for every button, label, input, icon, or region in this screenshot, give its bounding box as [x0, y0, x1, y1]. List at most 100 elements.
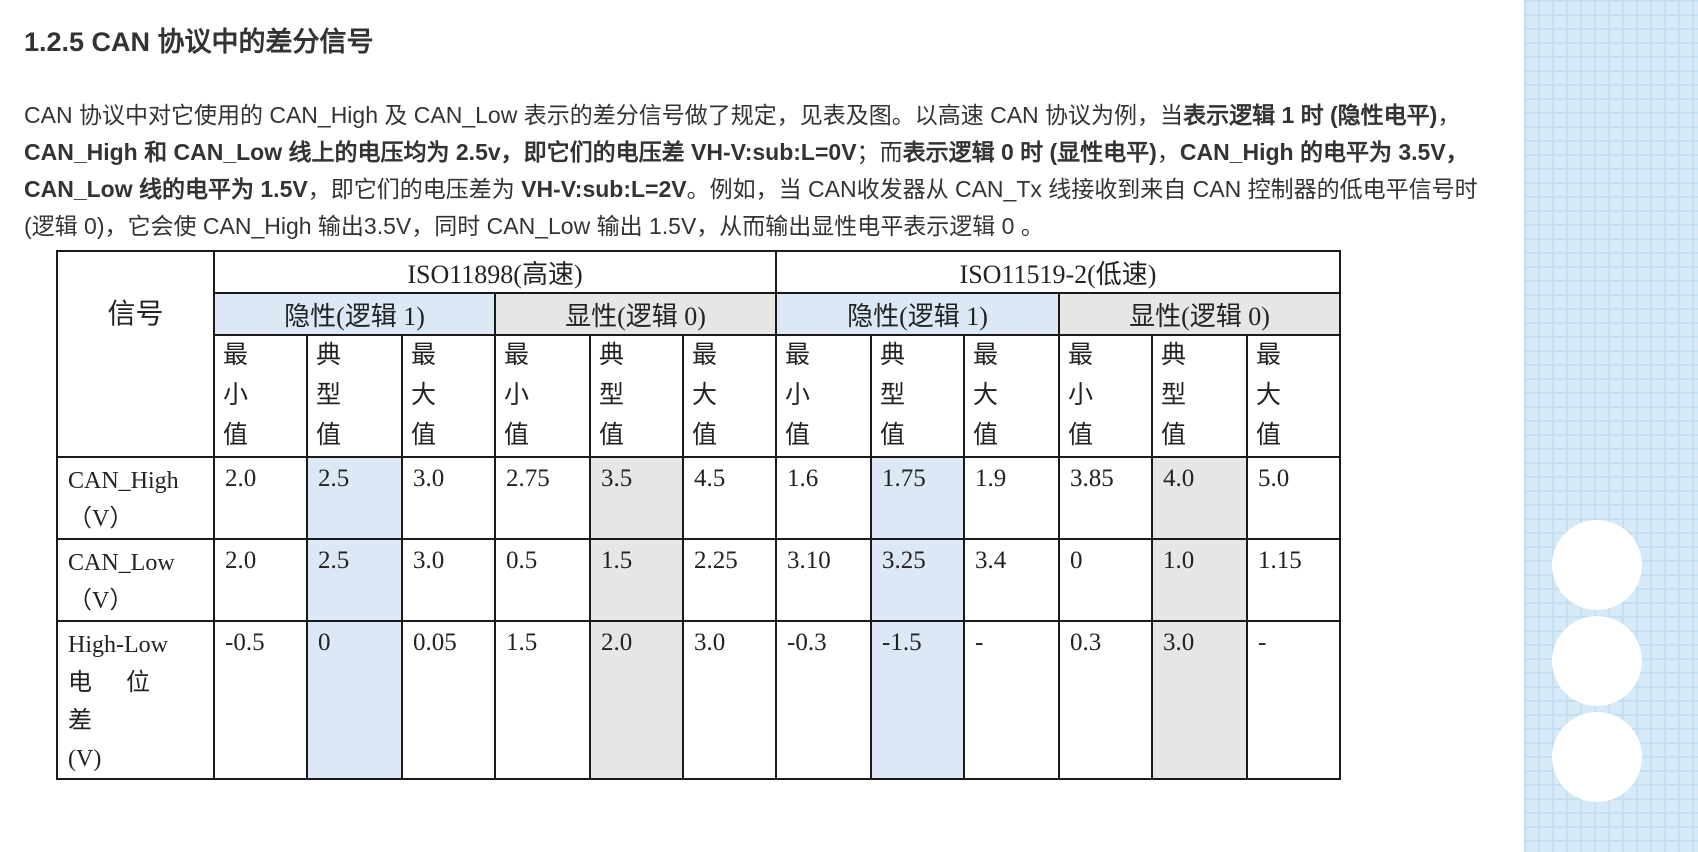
- table-cell: 3.4: [963, 538, 1060, 622]
- signal-header-cell: 信号: [56, 250, 215, 458]
- value-type-char: 大: [973, 382, 999, 409]
- bubble-decoration: [1552, 520, 1642, 610]
- paragraph-run: ，: [1156, 139, 1180, 165]
- row-label-line: CAN_High: [68, 468, 179, 494]
- table-cell: 3.0: [401, 456, 496, 540]
- header-row-states: 隐性(逻辑 1) 显性(逻辑 0) 隐性(逻辑 1) 显性(逻辑 0): [57, 292, 1341, 336]
- value-type-char: 型: [599, 382, 625, 409]
- row-label: CAN_Low （V）: [56, 538, 215, 622]
- standard-header: ISO11898(高速): [213, 250, 777, 294]
- table-cell: 4.0: [1151, 456, 1248, 540]
- row-label: CAN_High （V）: [56, 456, 215, 540]
- paragraph-bold-run: 表示逻辑 1 时 (隐性电平): [1183, 102, 1438, 128]
- table-cell: 2.5: [306, 456, 403, 540]
- value-type-char: 大: [692, 382, 718, 409]
- row-label: High-Low 电 位 差 (V): [56, 620, 215, 780]
- value-type-header: 最小值: [494, 334, 591, 458]
- value-type-char: 值: [1068, 422, 1094, 449]
- value-type-header: 典型值: [589, 334, 684, 458]
- row-label-line: CAN_Low: [68, 550, 175, 576]
- value-type-char: 型: [880, 382, 906, 409]
- table-cell: 0.5: [494, 538, 591, 622]
- value-type-header: 最大值: [963, 334, 1060, 458]
- value-type-char: 型: [316, 382, 342, 409]
- table-row: CAN_Low （V） 2.0 2.5 3.0 0.5 1.5 2.25 3.10 3.25 3.4…: [56, 538, 1341, 622]
- state-header: 隐性(逻辑 1): [775, 292, 1060, 336]
- value-type-char: 值: [1161, 422, 1187, 449]
- value-type-char: 小: [223, 382, 249, 409]
- paragraph-run: ，即它们的电压差为: [307, 176, 522, 202]
- table-cell: 0.05: [401, 620, 496, 780]
- value-type-char: 值: [223, 422, 249, 449]
- table-cell: 3.10: [775, 538, 872, 622]
- value-type-char: 值: [880, 422, 906, 449]
- paragraph-run: CAN 协议中对它使用的 CAN_High 及 CAN_Low 表示的差分信号做…: [24, 102, 1184, 128]
- value-type-char: 最: [223, 342, 249, 369]
- value-type-char: 值: [411, 422, 437, 449]
- value-type-char: 最: [504, 342, 530, 369]
- value-type-header: 最大值: [1246, 334, 1341, 458]
- table-cell: 3.0: [1151, 620, 1248, 780]
- table-cell: 3.0: [682, 620, 777, 780]
- table-cell: 2.0: [589, 620, 684, 780]
- value-type-char: 值: [316, 422, 342, 449]
- table-cell: 5.0: [1246, 456, 1341, 540]
- row-label-line: 电 位 差: [68, 670, 164, 734]
- value-type-char: 值: [973, 422, 999, 449]
- table-cell: 2.25: [682, 538, 777, 622]
- value-type-char: 小: [1068, 382, 1094, 409]
- section-heading: 1.2.5 CAN 协议中的差分信号: [24, 27, 374, 57]
- value-type-header: 最大值: [401, 334, 496, 458]
- value-type-char: 值: [785, 422, 811, 449]
- value-type-char: 最: [1068, 342, 1094, 369]
- value-type-char: 最: [785, 342, 811, 369]
- table-cell: 1.5: [589, 538, 684, 622]
- table-cell: -: [963, 620, 1060, 780]
- paragraph-run: ；而: [856, 139, 903, 165]
- value-type-char: 典: [316, 342, 342, 369]
- value-type-char: 小: [785, 382, 811, 409]
- value-type-header: 最大值: [682, 334, 777, 458]
- table-cell: 1.5: [494, 620, 591, 780]
- value-type-char: 最: [692, 342, 718, 369]
- state-header: 隐性(逻辑 1): [213, 292, 496, 336]
- value-type-char: 型: [1161, 382, 1187, 409]
- paragraph-bold-run: 表示逻辑 0 时 (显性电平): [902, 139, 1157, 165]
- value-type-char: 典: [880, 342, 906, 369]
- header-row-value-types: 最小值典型值最大值最小值典型值最大值最小值典型值最大值最小值典型值最大值: [57, 334, 1341, 458]
- paragraph-run: ，: [1437, 102, 1461, 128]
- table-cell: 1.6: [775, 456, 872, 540]
- row-label-line: （V）: [68, 588, 134, 614]
- value-type-char: 值: [599, 422, 625, 449]
- value-type-header: 典型值: [870, 334, 965, 458]
- row-label-line: High-Low: [68, 632, 168, 658]
- table-cell: 3.0: [401, 538, 496, 622]
- table-cell: 1.15: [1246, 538, 1341, 622]
- can-voltage-table: 信号 ISO11898(高速) ISO11519-2(低速) 隐性(逻辑 1) 显性(逻…: [56, 250, 1341, 780]
- table-row: High-Low 电 位 差 (V) -0.5 0 0.05 1.5 2.0 3.0 -0.3 -1…: [56, 620, 1341, 780]
- table-cell: -: [1246, 620, 1341, 780]
- table-cell: -0.3: [775, 620, 872, 780]
- table-cell: -1.5: [870, 620, 965, 780]
- value-type-char: 典: [599, 342, 625, 369]
- table-cell: 3.25: [870, 538, 965, 622]
- table-cell: 2.0: [213, 538, 308, 622]
- value-type-header: 典型值: [306, 334, 403, 458]
- row-label-line: (V): [68, 746, 102, 772]
- value-type-header: 最小值: [1058, 334, 1153, 458]
- table-cell: 2.75: [494, 456, 591, 540]
- value-type-header: 最小值: [213, 334, 308, 458]
- table-cell: 1.9: [963, 456, 1060, 540]
- paragraph-bold-run: VH-V:sub:L=2V: [521, 176, 687, 202]
- table-cell: 2.0: [213, 456, 308, 540]
- table-cell: 0: [1058, 538, 1153, 622]
- table-cell: 0.3: [1058, 620, 1153, 780]
- value-type-char: 值: [1256, 422, 1282, 449]
- value-type-char: 小: [504, 382, 530, 409]
- value-type-char: 大: [1256, 382, 1282, 409]
- value-type-header: 典型值: [1151, 334, 1248, 458]
- value-type-header: 最小值: [775, 334, 872, 458]
- value-type-char: 大: [411, 382, 437, 409]
- table-cell: 4.5: [682, 456, 777, 540]
- value-type-char: 最: [411, 342, 437, 369]
